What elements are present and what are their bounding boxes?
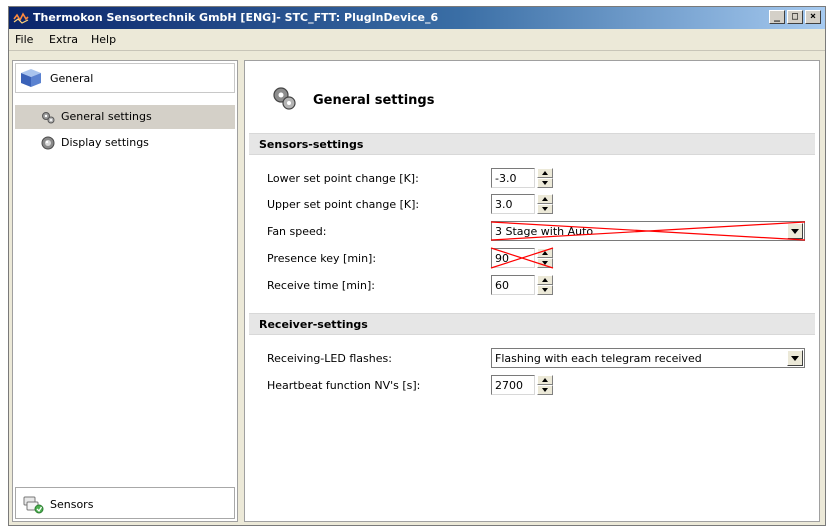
receiving-led-value: Flashing with each telegram received <box>495 352 702 365</box>
receive-time-label: Receive time [min]: <box>267 279 375 292</box>
heartbeat-label: Heartbeat function NV's [s]: <box>267 379 421 392</box>
sidebar-item-general-settings[interactable]: General settings <box>15 105 235 129</box>
section-title: Sensors-settings <box>259 138 364 151</box>
menu-bar: File Extra Help <box>9 29 825 51</box>
section-header-sensors: Sensors-settings <box>249 133 815 155</box>
upper-setpoint-label: Upper set point change [K]: <box>267 198 420 211</box>
close-button[interactable]: × <box>805 10 821 24</box>
sidebar-item-label: General settings <box>61 110 152 123</box>
increment-button[interactable] <box>537 275 553 285</box>
receiving-led-select[interactable]: Flashing with each telegram received <box>491 348 805 368</box>
cube-icon <box>21 69 41 87</box>
nav-group-label: General <box>50 72 94 85</box>
menu-file[interactable]: File <box>15 33 33 46</box>
lower-setpoint-input[interactable]: -3.0 <box>491 168 535 188</box>
navigation-panel: General General settings Display setting… <box>12 60 238 522</box>
presence-key-stepper[interactable]: 90 <box>491 248 553 268</box>
increment-button[interactable] <box>537 194 553 204</box>
nav-group-sensors[interactable]: Sensors <box>15 487 235 519</box>
nav-group-label: Sensors <box>50 498 94 511</box>
decrement-button[interactable] <box>537 178 553 188</box>
decrement-button[interactable] <box>537 258 553 268</box>
decrement-button[interactable] <box>537 285 553 295</box>
page-title: General settings <box>313 93 435 108</box>
upper-setpoint-stepper[interactable]: 3.0 <box>491 194 553 214</box>
nav-group-general[interactable]: General <box>15 63 235 93</box>
increment-button[interactable] <box>537 375 553 385</box>
increment-button[interactable] <box>537 248 553 258</box>
display-icon <box>41 136 55 150</box>
receive-time-input[interactable]: 60 <box>491 275 535 295</box>
fan-speed-label: Fan speed: <box>267 225 327 238</box>
maximize-button[interactable]: □ <box>787 10 803 24</box>
fan-speed-value: 3 Stage with Auto <box>495 225 594 238</box>
thermokon-logo-icon <box>13 12 29 24</box>
upper-setpoint-input[interactable]: 3.0 <box>491 194 535 214</box>
gears-icon <box>273 87 296 110</box>
lower-setpoint-stepper[interactable]: -3.0 <box>491 168 553 188</box>
section-header-receiver: Receiver-settings <box>249 313 815 335</box>
sensors-icon <box>23 496 44 514</box>
heartbeat-input[interactable]: 2700 <box>491 375 535 395</box>
settings-panel: General settings Sensors-settings Lower … <box>244 60 820 522</box>
heartbeat-stepper[interactable]: 2700 <box>491 375 553 395</box>
fan-speed-select[interactable]: 3 Stage with Auto <box>491 221 805 241</box>
chevron-down-icon[interactable] <box>787 350 803 366</box>
sidebar-item-display-settings[interactable]: Display settings <box>15 131 235 155</box>
decrement-button[interactable] <box>537 204 553 214</box>
increment-button[interactable] <box>537 168 553 178</box>
menu-help[interactable]: Help <box>91 33 116 46</box>
lower-setpoint-label: Lower set point change [K]: <box>267 172 419 185</box>
decrement-button[interactable] <box>537 385 553 395</box>
chevron-down-icon[interactable] <box>787 223 803 239</box>
menu-extra[interactable]: Extra <box>49 33 78 46</box>
gears-icon <box>42 112 55 124</box>
presence-key-label: Presence key [min]: <box>267 252 377 265</box>
section-title: Receiver-settings <box>259 318 368 331</box>
sidebar-item-label: Display settings <box>61 136 149 149</box>
window-title: Thermokon Sensortechnik GmbH [ENG]- STC_… <box>33 11 439 24</box>
title-bar[interactable]: Thermokon Sensortechnik GmbH [ENG]- STC_… <box>9 7 825 29</box>
presence-key-input[interactable]: 90 <box>491 248 535 268</box>
receive-time-stepper[interactable]: 60 <box>491 275 553 295</box>
minimize-button[interactable]: _ <box>769 10 785 24</box>
receiving-led-label: Receiving-LED flashes: <box>267 352 392 365</box>
